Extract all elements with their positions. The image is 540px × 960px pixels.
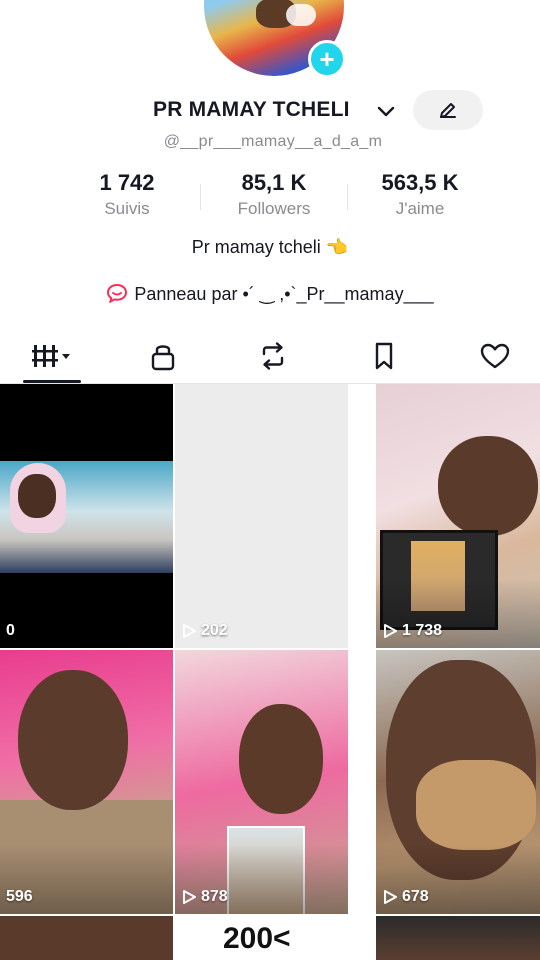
tab-private[interactable] [133, 338, 193, 374]
video-thumbnail[interactable] [0, 916, 173, 960]
stat-value: 563,5 K [381, 170, 459, 195]
video-thumbnail[interactable]: 200< [175, 916, 348, 960]
stat-followers[interactable]: 85,1 K Followers [199, 170, 349, 219]
play-icon [384, 890, 397, 904]
view-count-text: 878 [201, 888, 228, 905]
view-count-text: 678 [402, 888, 429, 905]
panel-text: Panneau par •´ ‿ ,•`_Pr__mamay___ [134, 284, 434, 304]
plus-icon: + [319, 44, 335, 74]
stat-following[interactable]: 1 742 Suivis [52, 170, 202, 219]
view-count: 1 738 [382, 622, 442, 640]
profile-tabs [0, 332, 540, 384]
video-thumbnail[interactable]: 878 [175, 650, 348, 914]
stat-label: Suivis [104, 199, 150, 218]
profile-handle: @__pr___mamay__a_d_a_m [163, 133, 383, 150]
bookmark-icon [375, 342, 393, 370]
lock-icon [151, 345, 175, 371]
stat-value: 85,1 K [241, 170, 307, 195]
view-count: 878 [181, 888, 228, 906]
view-count: 678 [382, 888, 429, 906]
repost-icon [262, 342, 284, 370]
videos-grid-icon [32, 345, 70, 367]
profile-stats: 1 742 Suivis 85,1 K Followers 563,5 K J'… [0, 170, 540, 222]
stat-label: Followers [237, 199, 311, 218]
pencil-icon [440, 103, 456, 118]
profile-avatar[interactable]: + [204, 0, 346, 78]
video-thumbnail[interactable]: 0 [0, 384, 173, 648]
profile-name-row: PR MAMAY TCHELI [0, 90, 540, 130]
profile-bio: Pr mamay tcheli 👈 [191, 237, 349, 257]
active-tab-indicator [23, 380, 81, 383]
edit-profile-button[interactable] [413, 90, 483, 130]
video-thumbnail[interactable] [376, 916, 540, 960]
play-icon [183, 624, 196, 638]
heart-icon [480, 343, 510, 369]
view-count: 596 [6, 888, 33, 906]
view-count-text: 0 [6, 622, 15, 639]
stat-value: 1 742 [99, 170, 155, 195]
thumbnail-text: 200< [223, 922, 291, 955]
thumbnail-subject [239, 704, 323, 814]
view-count: 202 [181, 622, 228, 640]
view-count-text: 202 [201, 622, 228, 639]
stat-likes[interactable]: 563,5 K J'aime [345, 170, 495, 219]
panel-icon [107, 283, 128, 303]
tab-videos[interactable] [22, 338, 82, 374]
thumbnail-subject [18, 670, 128, 810]
avatar-bubble [286, 4, 316, 26]
video-thumbnail[interactable]: 1 738 [376, 384, 540, 648]
tab-reposts[interactable] [243, 338, 303, 374]
video-thumbnail[interactable]: 678 [376, 650, 540, 914]
tab-liked[interactable] [465, 338, 525, 374]
add-story-button[interactable]: + [308, 40, 346, 78]
chevron-down-icon[interactable] [375, 102, 397, 120]
view-count: 0 [6, 622, 15, 640]
view-count-text: 1 738 [402, 622, 443, 639]
thumbnail-subject [18, 474, 56, 518]
panel-link[interactable]: Panneau par •´ ‿ ,•`_Pr__mamay___ [0, 283, 540, 305]
thumbnail-subject [416, 760, 536, 850]
play-icon [183, 890, 196, 904]
profile-name: PR MAMAY TCHELI [153, 98, 350, 121]
tab-favorites[interactable] [354, 338, 414, 374]
play-icon [384, 624, 397, 638]
thumbnail-subject [438, 436, 538, 536]
video-thumbnail[interactable]: 596 [0, 650, 173, 914]
view-count-text: 596 [6, 888, 33, 905]
video-thumbnail[interactable]: 202 [175, 384, 348, 648]
stat-label: J'aime [395, 199, 445, 218]
